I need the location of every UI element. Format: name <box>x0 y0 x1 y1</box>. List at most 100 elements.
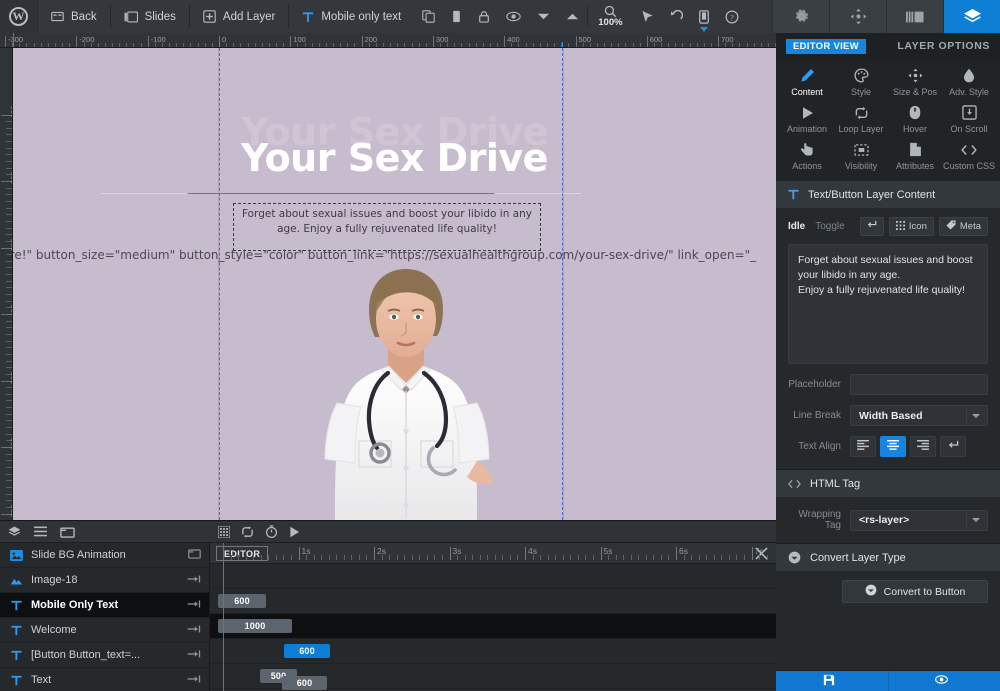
timeline-ruler[interactable]: EDITOR 1s 2s 3s 4s 5s 6s 7s <box>210 543 776 564</box>
current-layer-indicator[interactable]: Mobile only text <box>289 0 414 33</box>
panel-tab-visibility[interactable]: Visibility <box>834 142 888 171</box>
insert-meta-button[interactable]: Meta <box>938 217 988 236</box>
ruler-minor-tick-v <box>6 387 12 389</box>
slides-button[interactable]: Slides <box>111 0 189 33</box>
vertical-ruler[interactable]: 100 200 300 400 500 600 700 <box>0 48 13 520</box>
align-wrap-button[interactable] <box>940 436 966 457</box>
timeline-track-row[interactable] <box>210 564 776 589</box>
timeline-layer-row[interactable]: Text <box>0 668 209 691</box>
wrapping-tag-select[interactable]: <rs-layer> <box>850 509 988 531</box>
timeline-layer-row[interactable]: Image-18 <box>0 568 209 593</box>
undo-button[interactable] <box>662 0 691 33</box>
timeline-track-row[interactable]: 600 <box>210 589 776 614</box>
tab-slides[interactable] <box>886 0 943 33</box>
doctor-photo[interactable] <box>281 263 531 520</box>
timeline-minor-tick <box>494 555 496 560</box>
add-layer-button[interactable]: Add Layer <box>190 0 288 33</box>
stopwatch-icon[interactable] <box>265 525 278 538</box>
tab-settings[interactable] <box>772 0 829 33</box>
list-icon[interactable] <box>34 526 47 537</box>
idle-state-tab[interactable]: Idle <box>788 221 805 232</box>
section-header-content[interactable]: Text/Button Layer Content <box>776 180 1000 208</box>
slide-canvas[interactable]: Your Sex Drive Your Sex Drive Forget abo… <box>13 48 776 520</box>
preview-button[interactable] <box>888 671 1000 691</box>
end-icon[interactable] <box>187 624 201 637</box>
tab-navigation[interactable] <box>829 0 886 33</box>
back-button[interactable]: Back <box>38 0 110 33</box>
timeline-playhead[interactable] <box>223 543 224 691</box>
timeline-animation-bar[interactable]: 600 <box>284 644 330 658</box>
ruler-minor-tick-v <box>6 200 12 202</box>
end-icon[interactable] <box>187 599 201 612</box>
align-center-button[interactable] <box>880 436 906 457</box>
move-down-button[interactable] <box>529 0 558 33</box>
panel-tab-size-pos[interactable]: Size & Pos <box>888 68 942 97</box>
timeline-animation-bar[interactable]: 600 <box>218 594 266 608</box>
lock-layer-button[interactable] <box>470 0 498 33</box>
insert-icon-button[interactable]: Icon <box>888 217 934 236</box>
ruler-minor-tick-v <box>6 480 12 482</box>
layers-icon[interactable] <box>8 526 21 538</box>
save-button[interactable] <box>776 671 889 691</box>
grid-icon[interactable] <box>218 525 230 538</box>
device-preview-button[interactable] <box>691 0 717 33</box>
convert-to-button-button[interactable]: Convert to Button <box>842 580 988 603</box>
timeline-layer-row[interactable]: [Button Button_text=... <box>0 643 209 668</box>
align-right-button[interactable] <box>910 436 936 457</box>
panel-tab-content[interactable]: Content <box>780 68 834 97</box>
timeline-layer-row[interactable]: Slide BG Animation <box>0 543 209 568</box>
section-header-convert[interactable]: Convert Layer Type <box>776 543 1000 571</box>
section-header-html-tag[interactable]: HTML Tag <box>776 469 1000 497</box>
ruler-minor-tick-v <box>6 134 12 136</box>
loop-icon[interactable] <box>241 525 254 538</box>
timeline-animation-bar[interactable]: 600 <box>282 676 327 690</box>
slide-title[interactable]: Your Sex Drive <box>13 136 776 180</box>
move-up-button[interactable] <box>558 0 587 33</box>
editor-view-chip[interactable]: EDITOR VIEW <box>786 38 866 54</box>
folder-icon[interactable] <box>60 526 75 538</box>
folder-icon[interactable] <box>188 548 201 562</box>
duplicate-layer-button[interactable] <box>414 0 443 33</box>
help-button[interactable]: ? <box>717 0 747 33</box>
horizontal-ruler[interactable]: -300 -200 -100 0 100 200 300 400 500 600 700 <box>0 33 776 48</box>
line-break-select[interactable]: Width Based <box>850 405 988 426</box>
timeline-track-row[interactable]: 600 <box>210 639 776 664</box>
timeline-track-row[interactable]: 1000 <box>210 614 776 639</box>
delete-layer-button[interactable] <box>443 0 470 33</box>
pencil-icon <box>800 68 815 83</box>
selected-layer-text[interactable]: Forget about sexual issues and boost you… <box>233 207 541 237</box>
panel-tab-hover[interactable]: Hover <box>888 105 942 134</box>
layer-text-input[interactable]: Forget about sexual issues and boost you… <box>788 244 988 364</box>
end-icon[interactable] <box>187 649 201 662</box>
toggle-state-tab[interactable]: Toggle <box>815 221 844 232</box>
end-icon[interactable] <box>187 574 201 587</box>
timeline-tracks[interactable]: EDITOR 1s2s3s4s5s6s7s 600100060050060060… <box>210 543 776 691</box>
panel-tab-attributes[interactable]: Attributes <box>888 142 942 171</box>
zoom-control[interactable]: 100% <box>588 0 632 33</box>
placeholder-input[interactable] <box>850 374 988 395</box>
timeline-layer-row[interactable]: Welcome <box>0 618 209 643</box>
tab-layers[interactable] <box>943 0 1000 33</box>
panel-tab-custom-css[interactable]: Custom CSS <box>942 142 996 171</box>
panel-tab-actions[interactable]: Actions <box>780 142 834 171</box>
wordpress-logo[interactable]: W <box>0 0 38 33</box>
panel-tab-adv-style[interactable]: Adv. Style <box>942 68 996 97</box>
ruler-minor-tick-v <box>6 400 12 402</box>
panel-tab-on-scroll[interactable]: On Scroll <box>942 105 996 134</box>
timeline-minor-tick <box>336 555 338 560</box>
toggle-visibility-button[interactable] <box>498 0 529 33</box>
ruler-minor-tick-v <box>6 127 12 129</box>
line-return-button[interactable] <box>859 217 884 236</box>
document-icon <box>909 142 922 157</box>
panel-tab-loop-layer[interactable]: Loop Layer <box>834 105 888 134</box>
timeline-bar-label: 600 <box>296 678 313 688</box>
end-icon[interactable] <box>187 674 201 687</box>
align-left-button[interactable] <box>850 436 876 457</box>
panel-tab-animation[interactable]: Animation <box>780 105 834 134</box>
panel-tab-style[interactable]: Style <box>834 68 888 97</box>
play-icon[interactable] <box>289 526 300 538</box>
shortcode-layer-text[interactable]: lore!" button_size="medium" button_style… <box>13 248 776 262</box>
timeline-animation-bar[interactable]: 1000 <box>218 619 292 633</box>
select-tool-button[interactable] <box>633 0 662 33</box>
timeline-layer-row[interactable]: Mobile Only Text <box>0 593 209 618</box>
